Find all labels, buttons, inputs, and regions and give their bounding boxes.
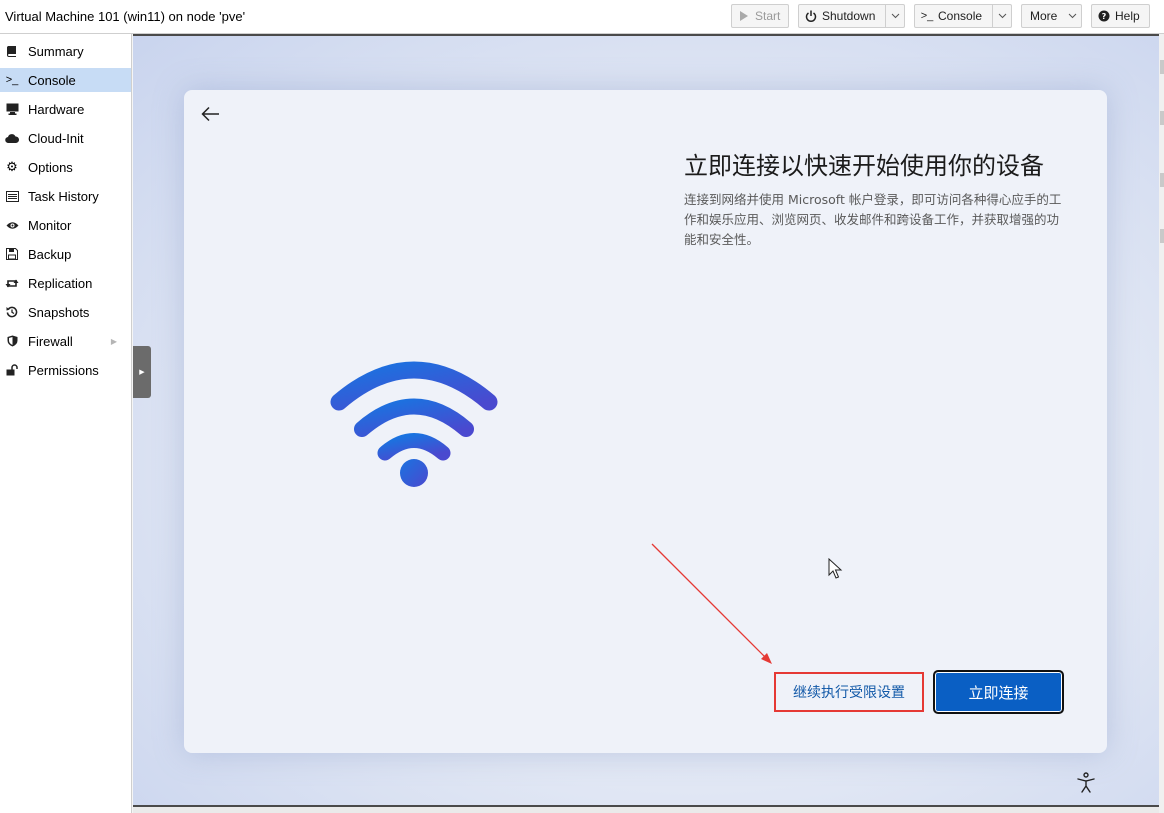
sidebar-item-console[interactable]: >_ Console <box>0 68 131 92</box>
help-icon: ? <box>1098 10 1110 22</box>
sidebar-item-label: Hardware <box>28 101 85 117</box>
scrollbar-marker <box>1160 173 1164 187</box>
window-title: Virtual Machine 101 (win11) on node 'pve… <box>5 9 246 24</box>
page-description: 连接到网络并使用 Microsoft 帐户登录，即可访问各种得心应手的工作和娱乐… <box>684 192 1062 247</box>
list-icon <box>5 190 19 202</box>
sidebar-item-label: Backup <box>28 246 72 262</box>
history-icon <box>5 306 19 318</box>
terminal-icon: >_ <box>5 74 19 86</box>
oobe-setup-card: 立即连接以快速开始使用你的设备 连接到网络并使用 Microsoft 帐户登录，… <box>184 90 1107 753</box>
shutdown-button[interactable]: Shutdown <box>798 4 905 28</box>
scrollbar-marker <box>1160 229 1164 243</box>
retweet-icon <box>5 278 19 289</box>
sidebar-item-label: Permissions <box>28 362 99 378</box>
vm-console-screen[interactable]: 立即连接以快速开始使用你的设备 连接到网络并使用 Microsoft 帐户登录，… <box>133 36 1159 807</box>
sidebar-item-label: Snapshots <box>28 304 90 320</box>
terminal-icon: >_ <box>920 10 934 22</box>
console-label: Console <box>938 9 983 23</box>
limited-setup-button[interactable]: 继续执行受限设置 <box>774 672 924 712</box>
sidebar-nav: Summary >_ Console Hardware Cloud-Init ⚙… <box>0 34 132 813</box>
sidebar-item-permissions[interactable]: Permissions <box>0 358 131 382</box>
more-chevron-icon <box>1063 5 1081 27</box>
console-button[interactable]: >_ Console <box>914 4 1012 28</box>
sidebar-item-firewall[interactable]: Firewall ▶ <box>0 329 131 353</box>
mouse-cursor-icon <box>828 558 843 579</box>
sidebar-item-snapshots[interactable]: Snapshots <box>0 300 131 324</box>
start-label: Start <box>755 9 781 23</box>
monitor-icon <box>5 103 19 115</box>
page-scrollbar[interactable] <box>1159 34 1164 813</box>
sidebar-item-options[interactable]: ⚙ Options <box>0 155 131 179</box>
page-title: 立即连接以快速开始使用你的设备 <box>684 152 1044 180</box>
collapse-arrow-icon: ▶ <box>139 369 145 376</box>
cloud-icon <box>5 133 19 143</box>
help-button[interactable]: ? Help <box>1091 4 1150 28</box>
scrollbar-marker <box>1160 60 1164 74</box>
scrollbar-marker <box>1160 111 1164 125</box>
sidebar-item-hardware[interactable]: Hardware <box>0 97 131 121</box>
expand-arrow-icon[interactable]: ▶ <box>111 337 117 346</box>
sidebar-item-summary[interactable]: Summary <box>0 39 131 63</box>
sidebar-item-label: Firewall <box>28 333 73 349</box>
sidebar-item-task-history[interactable]: Task History <box>0 184 131 208</box>
accessibility-icon[interactable] <box>1074 771 1098 795</box>
sidebar-collapse-handle[interactable]: ▶ <box>133 346 151 398</box>
book-icon <box>5 45 19 57</box>
top-toolbar: Virtual Machine 101 (win11) on node 'pve… <box>0 0 1164 34</box>
sidebar-item-label: Replication <box>28 275 93 291</box>
console-bottom-bar <box>133 805 1159 813</box>
sidebar-item-backup[interactable]: Backup <box>0 242 131 266</box>
back-arrow-icon[interactable] <box>199 102 223 126</box>
sidebar-item-label: Console <box>28 72 76 88</box>
console-dropdown-chevron-icon[interactable] <box>992 5 1011 27</box>
shutdown-dropdown-chevron-icon[interactable] <box>885 5 904 27</box>
svg-text:?: ? <box>1102 12 1107 21</box>
sidebar-item-replication[interactable]: Replication <box>0 271 131 295</box>
gear-icon: ⚙ <box>6 159 18 174</box>
shutdown-label: Shutdown <box>822 9 876 23</box>
power-icon <box>805 10 817 22</box>
more-button[interactable]: More <box>1021 4 1082 28</box>
shield-icon <box>5 335 19 347</box>
sidebar-item-label: Monitor <box>28 217 72 233</box>
help-label: Help <box>1115 9 1140 23</box>
sidebar-item-monitor[interactable]: Monitor <box>0 213 131 237</box>
unlock-icon <box>5 364 19 376</box>
sidebar-item-label: Options <box>28 159 73 175</box>
floppy-icon <box>5 248 19 260</box>
connect-now-button[interactable]: 立即连接 <box>933 670 1064 714</box>
play-icon <box>738 10 750 22</box>
sidebar-item-label: Task History <box>28 188 99 204</box>
start-button[interactable]: Start <box>731 4 789 28</box>
eye-icon <box>5 221 19 230</box>
sidebar-item-cloud-init[interactable]: Cloud-Init <box>0 126 131 150</box>
more-label: More <box>1030 9 1058 23</box>
sidebar-item-label: Cloud-Init <box>28 130 84 146</box>
wifi-icon <box>330 361 498 487</box>
sidebar-item-label: Summary <box>28 43 84 59</box>
